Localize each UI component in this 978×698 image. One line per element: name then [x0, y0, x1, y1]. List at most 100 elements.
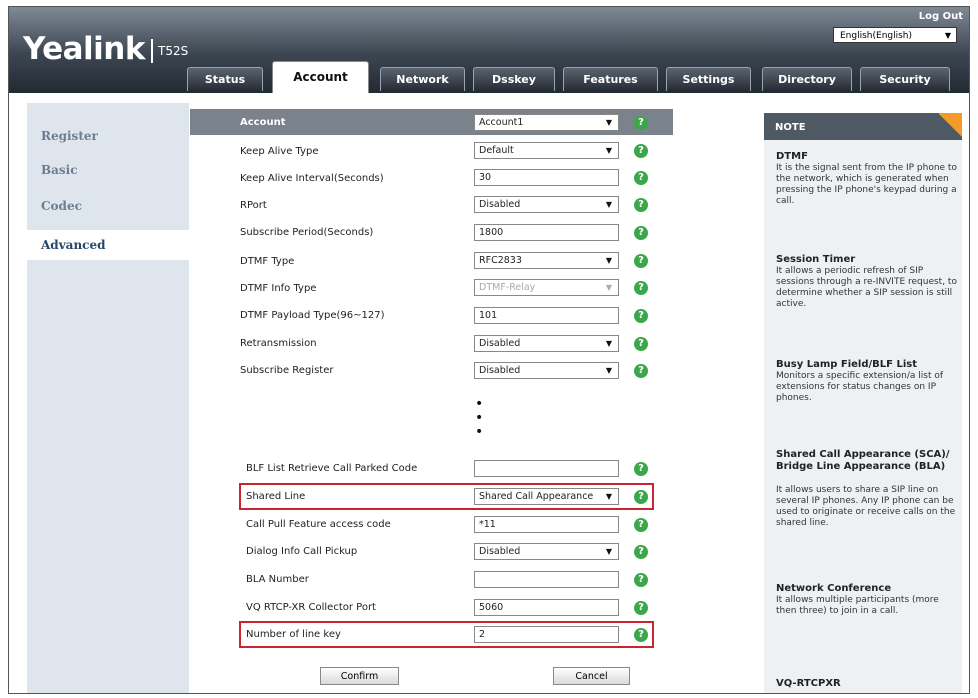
note-section-text: It allows multiple participants (more th… — [776, 595, 939, 616]
help-icon[interactable]: ? — [634, 254, 648, 268]
field-value: 30 — [479, 172, 492, 183]
confirm-button[interactable]: Confirm — [320, 667, 399, 685]
subscribe-period-input[interactable]: 1800 — [474, 224, 619, 241]
field-value: 5060 — [479, 602, 504, 613]
brand-logo: Yealink T52S — [23, 31, 188, 67]
brand-name: Yealink — [23, 31, 145, 67]
language-value: English(English) — [840, 31, 913, 41]
help-icon[interactable]: ? — [634, 364, 648, 378]
sidebar-item-basic[interactable]: Basic — [41, 163, 78, 177]
sidebar: Register Basic Codec Advanced — [27, 103, 189, 693]
field-value: RFC2833 — [479, 255, 522, 266]
keep-alive-type-label: Keep Alive Type — [240, 146, 319, 157]
note-section-title: DTMF — [776, 151, 808, 162]
sidebar-item-advanced[interactable]: Advanced — [27, 230, 189, 260]
field-value: Disabled — [479, 365, 521, 376]
help-icon[interactable]: ? — [634, 281, 648, 295]
chevron-down-icon: ▼ — [605, 146, 612, 155]
field-value: Account1 — [479, 117, 524, 128]
field-value: Disabled — [479, 199, 521, 210]
help-icon[interactable]: ? — [634, 198, 648, 212]
keep-alive-type-select[interactable]: Default ▼ — [474, 142, 619, 159]
sidebar-item-codec[interactable]: Codec — [41, 199, 82, 213]
help-icon[interactable]: ? — [634, 573, 648, 587]
tab-settings[interactable]: Settings — [666, 67, 751, 91]
help-icon[interactable]: ? — [634, 171, 648, 185]
cancel-button[interactable]: Cancel — [553, 667, 630, 685]
help-icon[interactable]: ? — [634, 518, 648, 532]
tab-features[interactable]: Features — [563, 67, 658, 91]
note-section-text: It allows users to share a SIP line on s… — [776, 485, 956, 528]
note-section-title: Network Conference — [776, 583, 892, 594]
ellipsis-dots: • • • — [475, 396, 484, 440]
note-section-title: VQ-RTCPXR — [776, 678, 841, 689]
keep-alive-interval-label: Keep Alive Interval(Seconds) — [240, 173, 384, 184]
subscribe-register-label: Subscribe Register — [240, 365, 334, 376]
help-icon[interactable]: ? — [634, 309, 648, 323]
chevron-down-icon: ▼ — [605, 547, 612, 556]
field-value: DTMF-Relay — [479, 282, 536, 293]
note-section-text: Monitors a specific extension/a list of … — [776, 371, 944, 403]
rport-select[interactable]: Disabled ▼ — [474, 196, 619, 213]
keep-alive-interval-input[interactable]: 30 — [474, 169, 619, 186]
account-select[interactable]: Account1 ▼ — [474, 114, 619, 131]
tab-account[interactable]: Account — [272, 61, 369, 93]
dtmf-type-select[interactable]: RFC2833 ▼ — [474, 252, 619, 269]
dtmf-payload-type-input[interactable]: 101 — [474, 307, 619, 324]
subscribe-period-label: Subscribe Period(Seconds) — [240, 227, 374, 238]
note-panel: NOTE DTMF It is the signal sent from the… — [764, 113, 962, 693]
field-value: Disabled — [479, 546, 521, 557]
dtmf-type-label: DTMF Type — [240, 256, 295, 267]
model-name: T52S — [157, 43, 189, 58]
note-corner-flag — [938, 113, 962, 137]
vq-rtcp-xr-port-input[interactable]: 5060 — [474, 599, 619, 616]
note-title: NOTE — [775, 122, 806, 133]
chevron-down-icon: ▼ — [605, 366, 612, 375]
help-icon[interactable]: ? — [634, 601, 648, 615]
note-section-title: Shared Call Appearance (SCA)/ Bridge Lin… — [776, 449, 950, 472]
bla-number-label: BLA Number — [246, 574, 309, 585]
note-section-title: Session Timer — [776, 254, 856, 265]
chevron-down-icon: ▼ — [605, 256, 612, 265]
field-value: Default — [479, 145, 514, 156]
dtmf-info-type-select[interactable]: DTMF-Relay ▼ — [474, 279, 619, 296]
logout-link[interactable]: Log Out — [919, 11, 963, 22]
language-select[interactable]: English(English) ▼ — [833, 27, 957, 43]
help-icon[interactable]: ? — [634, 116, 648, 130]
shared-line-highlight — [239, 483, 654, 510]
chevron-down-icon: ▼ — [605, 283, 612, 292]
tab-security[interactable]: Security — [860, 67, 950, 91]
tab-dsskey[interactable]: Dsskey — [473, 67, 555, 91]
number-of-line-key-highlight — [239, 621, 654, 648]
chevron-down-icon: ▼ — [605, 200, 612, 209]
help-icon[interactable]: ? — [634, 337, 648, 351]
help-icon[interactable]: ? — [634, 462, 648, 476]
tab-network[interactable]: Network — [380, 67, 465, 91]
help-icon[interactable]: ? — [634, 226, 648, 240]
field-value: *11 — [479, 519, 496, 530]
dialog-info-pickup-label: Dialog Info Call Pickup — [246, 546, 358, 557]
help-icon[interactable]: ? — [634, 144, 648, 158]
subscribe-register-select[interactable]: Disabled ▼ — [474, 362, 619, 379]
field-value: 101 — [479, 310, 498, 321]
retransmission-select[interactable]: Disabled ▼ — [474, 335, 619, 352]
blf-list-retrieve-label: BLF List Retrieve Call Parked Code — [246, 463, 418, 474]
call-pull-label: Call Pull Feature access code — [246, 519, 391, 530]
web-ui-frame: Yealink T52S Log Out English(English) ▼ St… — [8, 6, 970, 694]
blf-list-retrieve-input[interactable] — [474, 460, 619, 477]
note-header: NOTE — [764, 113, 962, 140]
dialog-info-pickup-select[interactable]: Disabled ▼ — [474, 543, 619, 560]
dtmf-info-type-label: DTMF Info Type — [240, 283, 317, 294]
account-label: Account — [240, 117, 286, 128]
dtmf-payload-type-label: DTMF Payload Type(96~127) — [240, 310, 385, 321]
tab-status[interactable]: Status — [187, 67, 263, 91]
sidebar-item-register[interactable]: Register — [41, 129, 98, 143]
bla-number-input[interactable] — [474, 571, 619, 588]
tab-directory[interactable]: Directory — [762, 67, 852, 91]
chevron-down-icon: ▼ — [605, 339, 612, 348]
rport-label: RPort — [240, 200, 267, 211]
note-section-text: It allows a periodic refresh of SIP sess… — [776, 266, 957, 309]
help-icon[interactable]: ? — [634, 545, 648, 559]
chevron-down-icon: ▼ — [605, 118, 612, 127]
call-pull-input[interactable]: *11 — [474, 516, 619, 533]
